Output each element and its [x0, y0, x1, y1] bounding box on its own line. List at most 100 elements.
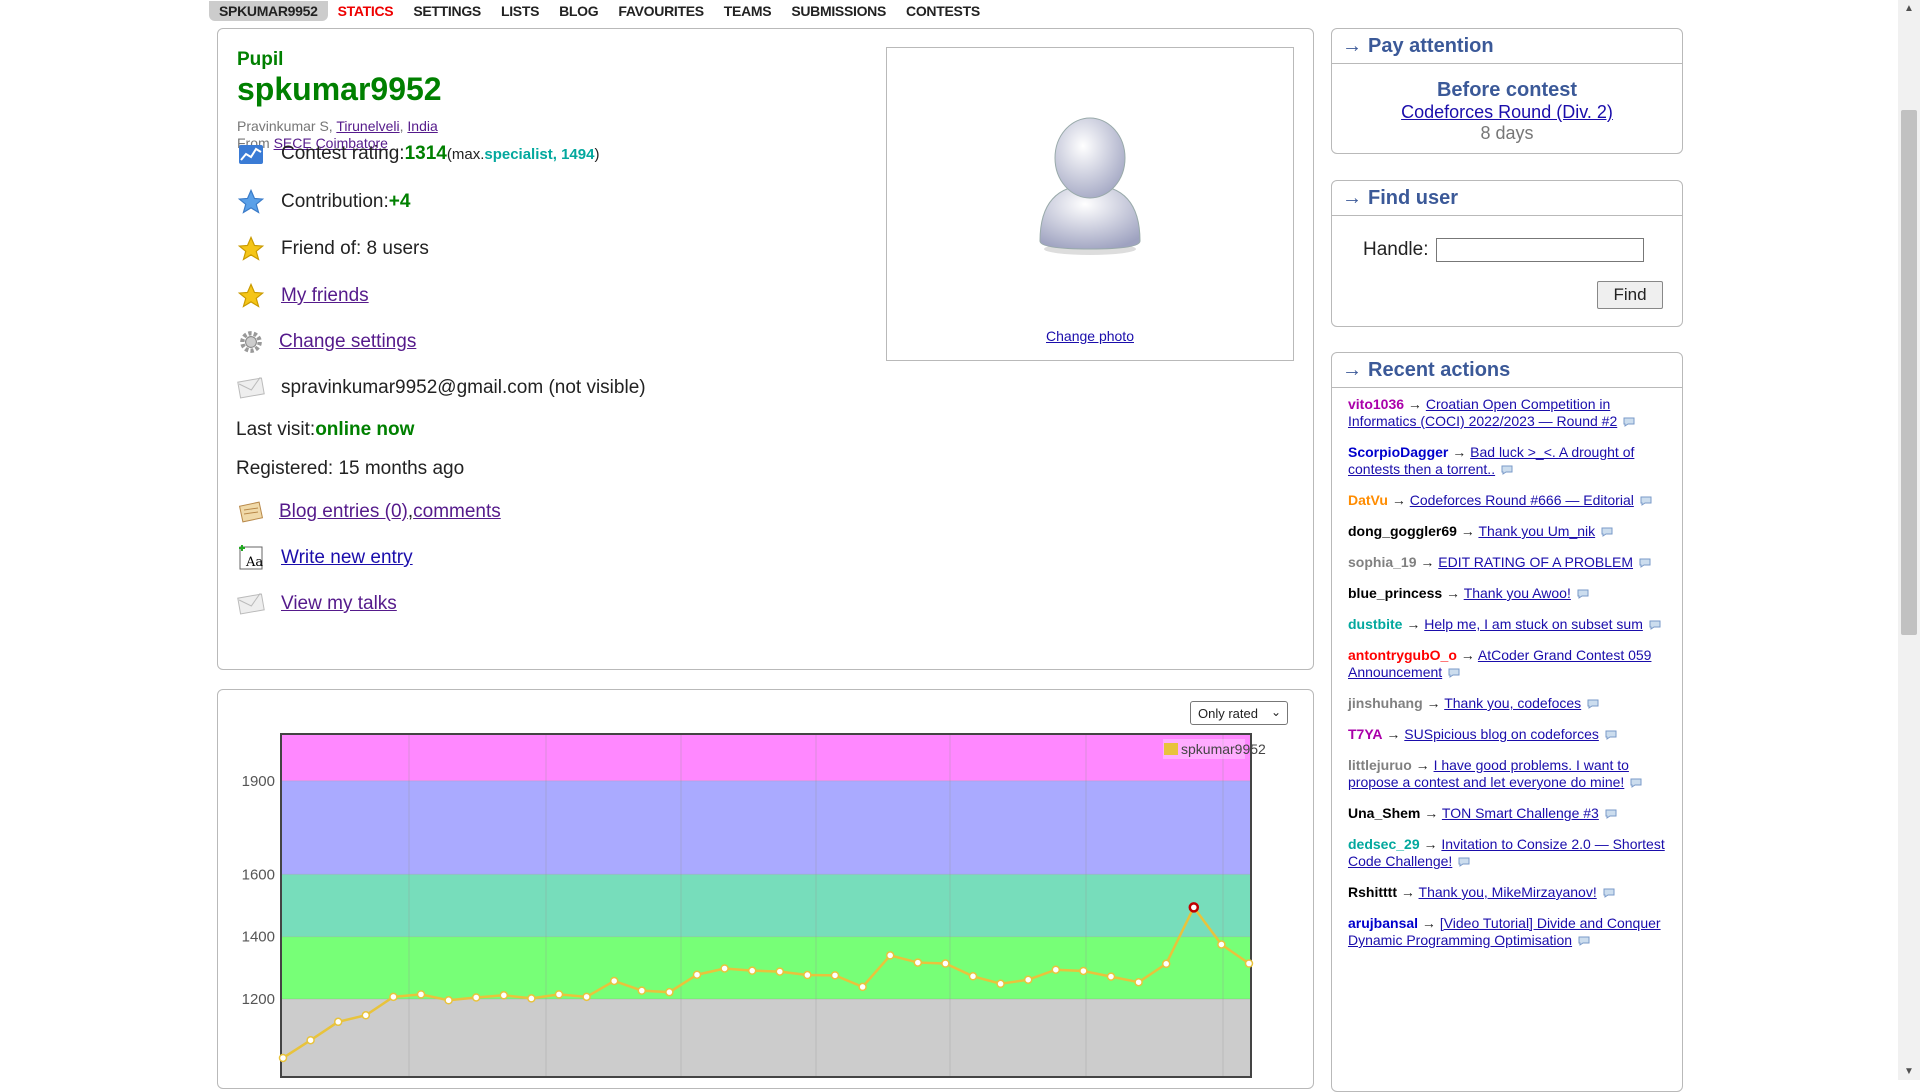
handle-row: Handle: [1363, 238, 1644, 262]
recent-action-user[interactable]: dustbite [1348, 616, 1402, 632]
comments-link[interactable]: comments [413, 501, 501, 523]
menu-item-spkumar9952[interactable]: SPKUMAR9952 [209, 1, 328, 21]
rating-point [913, 958, 923, 967]
my-friends-link[interactable]: My friends [281, 285, 369, 307]
recent-action-link[interactable]: Help me, I am stuck on subset sum [1424, 616, 1643, 632]
recent-action-item: Una_Shem → TON Smart Challenge #3 [1348, 805, 1668, 822]
menu-item-blog[interactable]: BLOG [549, 1, 608, 21]
find-button[interactable]: Find [1597, 281, 1663, 309]
recent-actions-header: → Recent actions [1332, 353, 1682, 388]
rating-point [527, 994, 536, 1003]
recent-action-link[interactable]: Thank you Um_nik [1478, 523, 1595, 539]
rating-band [281, 780, 1251, 875]
rating-point [692, 970, 702, 979]
recent-action-item: T7YA → SUSpicious blog on codeforces [1348, 726, 1668, 743]
write-entry-link[interactable]: Write new entry [281, 547, 413, 569]
recent-action-user[interactable]: sophia_19 [1348, 554, 1416, 570]
rating-point [361, 1011, 371, 1020]
scroll-up-icon[interactable]: ▲ [1904, 3, 1914, 14]
rating-point [637, 986, 647, 995]
recent-action-link[interactable]: Thank you, codefoces [1444, 695, 1581, 711]
comment-icon [1587, 699, 1599, 709]
recent-action-user[interactable]: jinshuhang [1348, 695, 1423, 711]
gear-icon [236, 327, 266, 357]
menu-item-lists[interactable]: LISTS [491, 1, 549, 21]
rating-point [1023, 975, 1033, 984]
legend-swatch [1164, 743, 1178, 755]
rating-point [803, 970, 812, 980]
country-link[interactable]: India [407, 118, 437, 134]
talks-row: View my talks [236, 589, 397, 619]
menu-item-contests[interactable]: CONTESTS [896, 1, 990, 21]
menu-item-statics[interactable]: STATICS [328, 1, 404, 21]
rating-point [1106, 972, 1116, 981]
comment-icon [1649, 620, 1661, 630]
blog-icon [236, 497, 266, 527]
recent-action-user[interactable]: T7YA [1348, 726, 1383, 742]
city-link[interactable]: Tirunelveli [336, 118, 399, 134]
recent-action-user[interactable]: DatVu [1348, 492, 1388, 508]
arrow-right-icon: → [1402, 616, 1425, 632]
arrow-right-icon: → [1416, 554, 1439, 570]
arrow-right-icon: → [1442, 585, 1464, 601]
upcoming-contest-link[interactable]: Codeforces Round (Div. 2) [1332, 102, 1682, 123]
menu-item-settings[interactable]: SETTINGS [403, 1, 491, 21]
view-talks-link[interactable]: View my talks [281, 593, 397, 615]
y-tick-label: 1400 [242, 929, 275, 946]
rating-band [281, 874, 1251, 937]
scrollbar-thumb[interactable] [1901, 110, 1917, 635]
recent-action-user[interactable]: blue_princess [1348, 585, 1442, 601]
recent-action-user[interactable]: vito1036 [1348, 396, 1404, 412]
rating-chart-box: Only rated ⌄ 1200 1400 1600 1900 spkumar9952 [217, 689, 1314, 1089]
comment-icon [1605, 730, 1617, 740]
gold-star-icon [236, 281, 266, 311]
rating-point [775, 967, 785, 976]
rating-point [582, 992, 591, 1002]
menu-item-teams[interactable]: TEAMS [714, 1, 782, 21]
recent-action-link[interactable]: SUSpicious blog on codeforces [1404, 726, 1599, 742]
user-handle: spkumar9952 [237, 71, 442, 107]
recent-action-link[interactable]: EDIT RATING OF A PROBLEM [1438, 554, 1633, 570]
comment-icon [1458, 857, 1470, 867]
arrow-right-icon: → [1382, 726, 1405, 742]
rating-point [499, 991, 509, 1000]
comment-icon [1623, 417, 1635, 427]
rating-point [609, 976, 619, 986]
rating-point [885, 951, 895, 960]
user-photo-box: Change photo [886, 47, 1294, 361]
profile-box: Pupil spkumar9952 Pravinkumar S, Tirunel… [217, 28, 1314, 670]
registered-row: Registered: 15 months ago [236, 458, 465, 479]
recent-action-link[interactable]: TON Smart Challenge #3 [1442, 805, 1599, 821]
recent-action-link[interactable]: Thank you, MikeMirzayanov! [1419, 884, 1597, 900]
rating-point [996, 979, 1005, 989]
recent-action-user[interactable]: ScorpioDagger [1348, 444, 1448, 460]
recent-actions-list: vito1036 → Croatian Open Competition in … [1332, 388, 1682, 949]
recent-action-link[interactable]: Thank you Awoo! [1464, 585, 1571, 601]
comment-icon [1605, 809, 1617, 819]
recent-action-user[interactable]: Rshitttt [1348, 884, 1397, 900]
recent-action-user[interactable]: littlejuruo [1348, 757, 1412, 773]
user-location: Pravinkumar S, Tirunelveli, India [237, 118, 438, 134]
comment-icon [1501, 465, 1513, 475]
recent-action-item: sophia_19 → EDIT RATING OF A PROBLEM [1348, 554, 1668, 571]
change-photo-link[interactable]: Change photo [887, 328, 1293, 344]
recent-action-item: dustbite → Help me, I am stuck on subset… [1348, 616, 1668, 633]
change-settings-link[interactable]: Change settings [279, 331, 416, 353]
scroll-down-icon[interactable]: ▼ [1904, 1066, 1914, 1077]
arrow-right-icon: → [1456, 523, 1479, 539]
menu-item-submissions[interactable]: SUBMISSIONS [781, 1, 896, 21]
recent-action-user[interactable]: arujbansal [1348, 915, 1418, 931]
recent-action-user[interactable]: antontrygubO_o [1348, 647, 1457, 663]
rating-point [720, 964, 729, 973]
recent-action-user[interactable]: dedsec_29 [1348, 836, 1420, 852]
handle-input[interactable] [1435, 238, 1644, 262]
blog-entries-link[interactable]: Blog entries (0) [279, 501, 408, 523]
page-scrollbar[interactable]: ▲ ▼ [1898, 0, 1920, 1080]
recent-action-user[interactable]: Una_Shem [1348, 805, 1420, 821]
menu-item-favourites[interactable]: FAVOURITES [608, 1, 713, 21]
find-user-box: → Find user Handle: Find [1331, 180, 1683, 327]
recent-action-user[interactable]: dong_goggler69 [1348, 523, 1457, 539]
rating-point [1244, 959, 1254, 968]
recent-action-link[interactable]: Codeforces Round #666 — Editorial [1410, 492, 1634, 508]
envelope-icon [236, 589, 266, 619]
